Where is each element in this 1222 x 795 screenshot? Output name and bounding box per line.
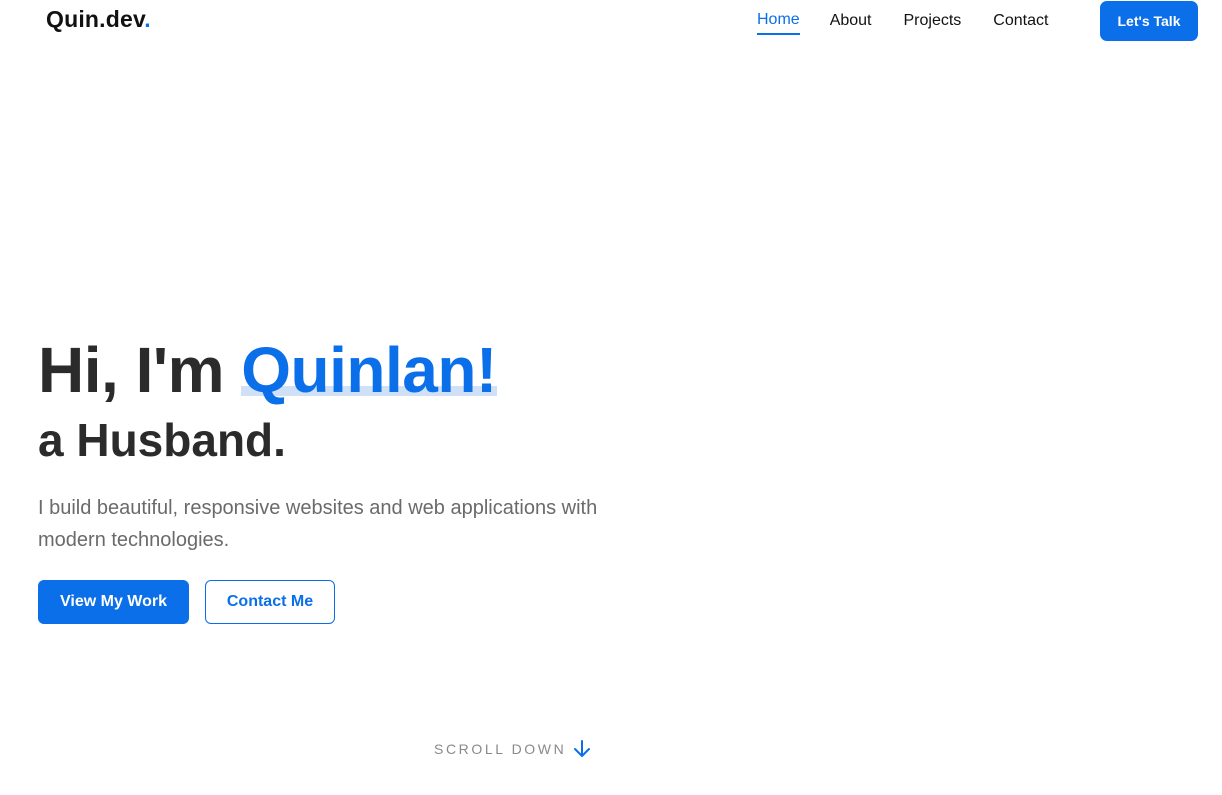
contact-me-button[interactable]: Contact Me <box>205 580 335 624</box>
nav-link-contact[interactable]: Contact <box>993 12 1048 34</box>
hero-title: Hi, I'm Quinlan! <box>38 330 618 410</box>
scroll-down-label: SCROLL DOWN <box>434 741 567 757</box>
main-nav: Home About Projects Contact <box>757 11 1048 35</box>
nav-link-projects[interactable]: Projects <box>904 12 962 34</box>
site-logo[interactable]: Quin.dev. <box>46 6 151 33</box>
logo-dot: . <box>144 6 151 32</box>
logo-text: Quin.dev <box>46 6 145 32</box>
hero-greeting: Hi, I'm <box>38 334 242 406</box>
nav-link-about[interactable]: About <box>830 12 872 34</box>
arrow-down-icon <box>572 738 592 760</box>
hero-description: I build beautiful, responsive websites a… <box>38 497 598 551</box>
hero-section: Hi, I'm Quinlan! a Husband. I build beau… <box>38 330 618 624</box>
view-my-work-button[interactable]: View My Work <box>38 580 189 624</box>
hero-name: Quinlan! <box>241 334 497 406</box>
hero-actions: View My Work Contact Me <box>38 580 618 624</box>
lets-talk-button[interactable]: Let's Talk <box>1100 1 1198 41</box>
arrow-down-icon-svg <box>574 740 591 757</box>
page: Quin.dev. Home About Projects Contact Le… <box>0 0 1222 795</box>
site-header: Quin.dev. Home About Projects Contact Le… <box>0 0 1222 50</box>
hero-role: a Husband. <box>38 414 286 466</box>
scroll-down-indicator[interactable]: SCROLL DOWN <box>434 738 592 760</box>
nav-link-home[interactable]: Home <box>757 11 800 35</box>
